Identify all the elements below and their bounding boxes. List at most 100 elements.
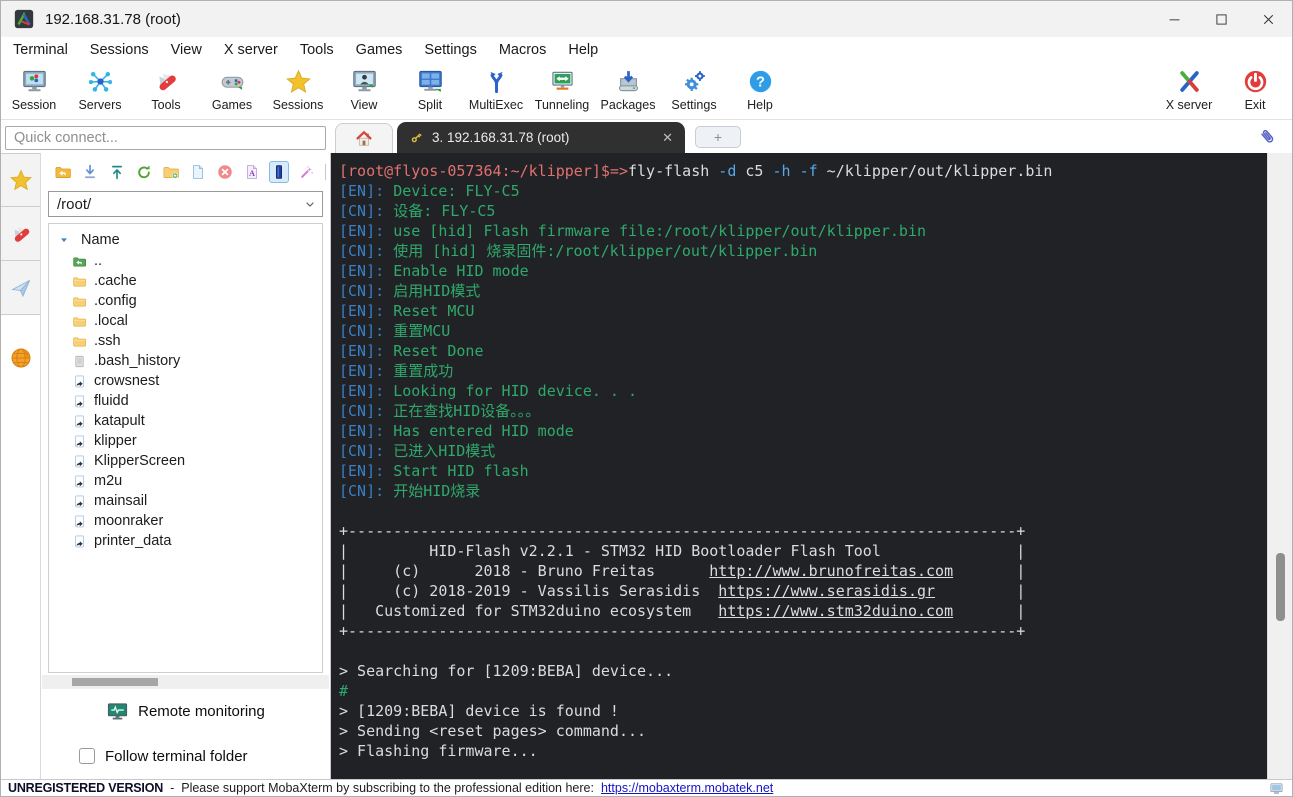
wand-button[interactable] bbox=[297, 161, 316, 183]
toolbar-multiexec-button[interactable]: MultiExec bbox=[463, 68, 529, 112]
menu-view[interactable]: View bbox=[160, 37, 213, 63]
toolbar-exit-button[interactable]: Exit bbox=[1222, 68, 1288, 112]
new-folder-button[interactable] bbox=[162, 161, 181, 183]
terminal-line: [EN]: Start HID flash bbox=[339, 462, 529, 480]
toolbar-packages-button[interactable]: Packages bbox=[595, 68, 661, 112]
sidebar-tab-sessions[interactable] bbox=[1, 153, 40, 207]
sessions-star-icon bbox=[285, 68, 312, 95]
toolbar-view-button[interactable]: View bbox=[331, 68, 397, 112]
help-icon bbox=[747, 68, 774, 95]
sidebar-tab-sftp[interactable] bbox=[1, 331, 40, 385]
toolbar-label: X server bbox=[1165, 98, 1213, 112]
toolbar-tunneling-button[interactable]: Tunneling bbox=[529, 68, 595, 112]
maximize-button[interactable] bbox=[1198, 1, 1245, 37]
quick-connect-input[interactable] bbox=[5, 125, 326, 150]
file-row[interactable]: .ssh bbox=[49, 331, 322, 351]
file-row[interactable]: KlipperScreen bbox=[49, 451, 322, 471]
symlink-icon bbox=[72, 434, 87, 449]
file-row[interactable]: .bash_history bbox=[49, 351, 322, 371]
terminal-line: [EN]: Device: FLY-C5 bbox=[339, 182, 520, 200]
file-row[interactable]: klipper bbox=[49, 431, 322, 451]
file-row[interactable]: moonraker bbox=[49, 511, 322, 531]
tab-session-active[interactable]: 3. 192.168.31.78 (root) ✕ bbox=[397, 122, 685, 153]
file-row[interactable]: .config bbox=[49, 291, 322, 311]
follow-terminal-checkbox[interactable] bbox=[79, 748, 95, 764]
rename-button[interactable] bbox=[242, 161, 261, 183]
toolbar-label: Help bbox=[747, 98, 773, 112]
file-row[interactable]: .cache bbox=[49, 271, 322, 291]
menu-settings[interactable]: Settings bbox=[413, 37, 487, 63]
parent-folder-button[interactable] bbox=[54, 161, 73, 183]
symlink-icon bbox=[72, 474, 87, 489]
sidebar-tab-macros[interactable] bbox=[1, 261, 40, 315]
toolbar-tools-button[interactable]: Tools bbox=[133, 68, 199, 112]
refresh-button[interactable] bbox=[135, 161, 154, 183]
file-row[interactable]: mainsail bbox=[49, 491, 322, 511]
tab-home[interactable] bbox=[335, 123, 393, 153]
file-name: m2u bbox=[94, 473, 123, 489]
new-tab-button[interactable]: + bbox=[695, 126, 741, 148]
minimize-button[interactable] bbox=[1151, 1, 1198, 37]
file-row[interactable]: m2u bbox=[49, 471, 322, 491]
toolbar-help-button[interactable]: Help bbox=[727, 68, 793, 112]
toolbar-servers-button[interactable]: Servers bbox=[67, 68, 133, 112]
menu-games[interactable]: Games bbox=[345, 37, 414, 63]
menu-help[interactable]: Help bbox=[557, 37, 609, 63]
home-icon bbox=[354, 129, 374, 149]
delete-button[interactable] bbox=[215, 161, 234, 183]
menu-tools[interactable]: Tools bbox=[289, 37, 345, 63]
toolbar-sessions-button[interactable]: Sessions bbox=[265, 68, 331, 112]
menu-x-server[interactable]: X server bbox=[213, 37, 289, 63]
delete-icon bbox=[216, 163, 234, 181]
terminal-status-icon[interactable] bbox=[1268, 781, 1285, 796]
symlink-icon bbox=[72, 414, 87, 429]
scrollbar-thumb[interactable] bbox=[72, 678, 158, 686]
remote-monitoring-label: Remote monitoring bbox=[138, 702, 265, 720]
terminal-line: [CN]: 正在查找HID设备。。。 bbox=[339, 402, 541, 420]
terminal-output[interactable]: [root@flyos-057364:~/klipper]$=>fly-flas… bbox=[331, 153, 1267, 779]
file-row[interactable]: katapult bbox=[49, 411, 322, 431]
file-row[interactable]: fluidd bbox=[49, 391, 322, 411]
terminal-scrollbar-thumb[interactable] bbox=[1276, 553, 1285, 621]
terminal-line: [EN]: Has entered HID mode bbox=[339, 422, 574, 440]
folder-icon bbox=[72, 314, 87, 329]
toolbar-x-server-button[interactable]: X server bbox=[1156, 68, 1222, 112]
path-select[interactable]: /root/ bbox=[48, 191, 323, 217]
horizontal-scrollbar[interactable] bbox=[42, 675, 329, 689]
terminal-line: +---------------------------------------… bbox=[339, 522, 1026, 540]
folder-icon bbox=[72, 294, 87, 309]
tree-header[interactable]: Name bbox=[49, 229, 322, 251]
sync-terminal-icon bbox=[270, 163, 288, 181]
menu-sessions[interactable]: Sessions bbox=[79, 37, 160, 63]
mobaxterm-window: 192.168.31.78 (root) Terminal Sessions Vie… bbox=[0, 0, 1293, 797]
paperclip-icon[interactable] bbox=[1257, 126, 1279, 148]
file-name: klipper bbox=[94, 433, 137, 449]
toolbar-session-button[interactable]: Session bbox=[1, 68, 67, 112]
toolbar-label: Packages bbox=[600, 98, 656, 112]
new-file-button[interactable] bbox=[189, 161, 208, 183]
file-tree: Name .. .cache .config .local .ssh .bash_hist… bbox=[48, 223, 323, 673]
main-area: /root/ Name .. .cache .config .local .ssh .ba… bbox=[1, 153, 1292, 779]
menu-macros[interactable]: Macros bbox=[488, 37, 558, 63]
toolbar-split-button[interactable]: Split bbox=[397, 68, 463, 112]
tab-close-icon[interactable]: ✕ bbox=[662, 130, 673, 146]
split-icon bbox=[417, 68, 444, 95]
remote-monitoring-button[interactable]: Remote monitoring bbox=[41, 689, 330, 733]
terminal-line: [EN]: Enable HID mode bbox=[339, 262, 529, 280]
file-row[interactable]: printer_data bbox=[49, 531, 322, 551]
toolbar-games-button[interactable]: Games bbox=[199, 68, 265, 112]
sidebar-tab-tools[interactable] bbox=[1, 207, 40, 261]
file-name: .config bbox=[94, 293, 137, 309]
toolbar-settings-button[interactable]: Settings bbox=[661, 68, 727, 112]
menu-terminal[interactable]: Terminal bbox=[2, 37, 79, 63]
close-button[interactable] bbox=[1245, 1, 1292, 37]
download-button[interactable] bbox=[81, 161, 100, 183]
sync-terminal-button[interactable] bbox=[269, 161, 290, 183]
file-row[interactable]: crowsnest bbox=[49, 371, 322, 391]
file-row[interactable]: .. bbox=[49, 251, 322, 271]
status-link[interactable]: https://mobaxterm.mobatek.net bbox=[601, 781, 773, 795]
file-row[interactable]: .local bbox=[49, 311, 322, 331]
upload-button[interactable] bbox=[108, 161, 127, 183]
status-message: Please support MobaXterm by subscribing … bbox=[181, 781, 594, 795]
terminal-scrollbar[interactable] bbox=[1267, 153, 1292, 779]
